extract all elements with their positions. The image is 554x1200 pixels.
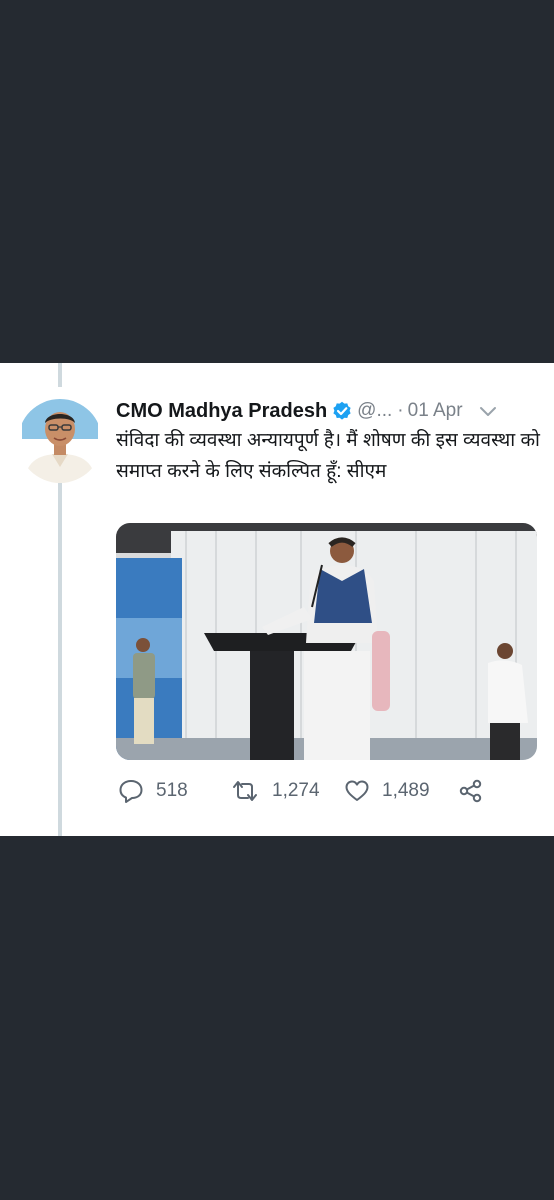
display-name[interactable]: CMO Madhya Pradesh	[116, 400, 327, 423]
like-count: 1,489	[382, 780, 430, 801]
avatar-photo	[18, 399, 102, 483]
verified-badge-icon	[333, 401, 351, 420]
tweet-date[interactable]: 01 Apr	[408, 400, 463, 422]
handle[interactable]: @...	[357, 400, 392, 422]
retweet-count: 1,274	[272, 780, 320, 801]
tweet-photo[interactable]	[116, 523, 537, 760]
avatar[interactable]	[18, 399, 102, 483]
heart-icon	[345, 780, 369, 801]
tweet-actions: 518 1,274 1,489	[118, 777, 518, 805]
share-action[interactable]	[458, 777, 484, 805]
tweet-card[interactable]: CMO Madhya Pradesh @... · 01 Apr संविदा …	[0, 363, 554, 836]
separator-dot: ·	[397, 400, 404, 421]
reply-icon	[119, 780, 143, 803]
reply-action[interactable]: 518	[118, 777, 188, 805]
chevron-down-icon[interactable]	[479, 405, 497, 417]
share-icon	[459, 779, 482, 803]
retweet-action[interactable]: 1,274	[230, 777, 320, 805]
like-action[interactable]: 1,489	[344, 777, 430, 805]
photo-scene	[116, 523, 537, 760]
dark-bottom-area	[0, 836, 554, 1200]
tweet-header: CMO Madhya Pradesh @... · 01 Apr	[116, 397, 542, 425]
retweet-icon	[233, 781, 257, 801]
dark-top-area	[0, 0, 554, 363]
reply-count: 518	[156, 780, 188, 801]
tweet-text: संविदा की व्यवस्था अन्यायपूर्ण है। मैं श…	[116, 430, 540, 482]
